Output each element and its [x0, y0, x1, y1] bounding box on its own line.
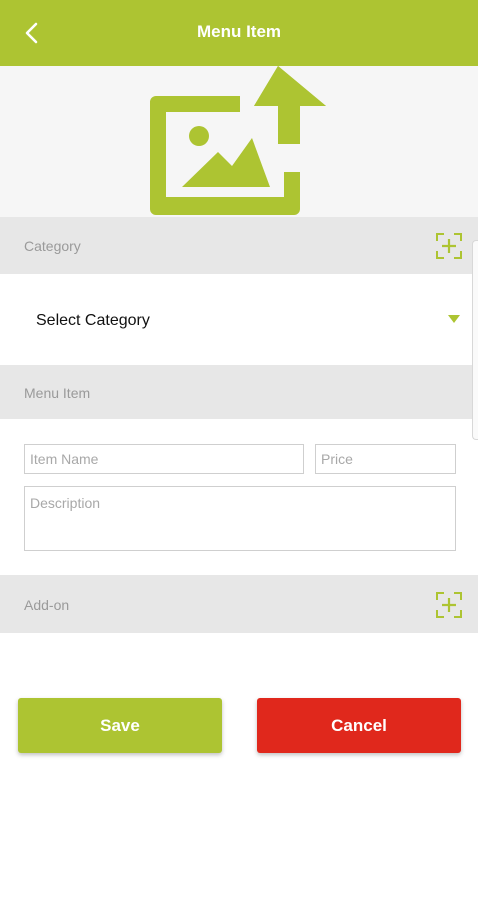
item-name-input[interactable] — [24, 444, 304, 474]
category-section-label: Category — [24, 238, 81, 254]
app-bar: Menu Item — [0, 0, 478, 66]
category-selected-value: Select Category — [36, 312, 150, 329]
save-button[interactable]: Save — [18, 698, 222, 753]
dropdown-arrow-icon — [448, 315, 460, 323]
page-title: Menu Item — [196, 22, 282, 41]
menu-item-section-header: Menu Item — [0, 365, 478, 419]
add-square-icon[interactable] — [436, 592, 462, 618]
cancel-button[interactable]: Cancel — [257, 698, 461, 753]
category-select[interactable]: Select Category — [0, 274, 478, 365]
category-section-header: Category — [0, 217, 478, 274]
scrollbar[interactable] — [472, 240, 478, 440]
image-upload-area[interactable] — [0, 66, 478, 217]
image-upload-icon[interactable] — [148, 66, 330, 217]
price-input[interactable] — [315, 444, 456, 474]
add-square-icon[interactable] — [436, 233, 462, 259]
addon-section-label: Add-on — [24, 597, 70, 613]
menu-item-section-label: Menu Item — [24, 385, 91, 401]
description-input[interactable] — [24, 486, 456, 551]
addon-section-header: Add-on — [0, 575, 478, 633]
